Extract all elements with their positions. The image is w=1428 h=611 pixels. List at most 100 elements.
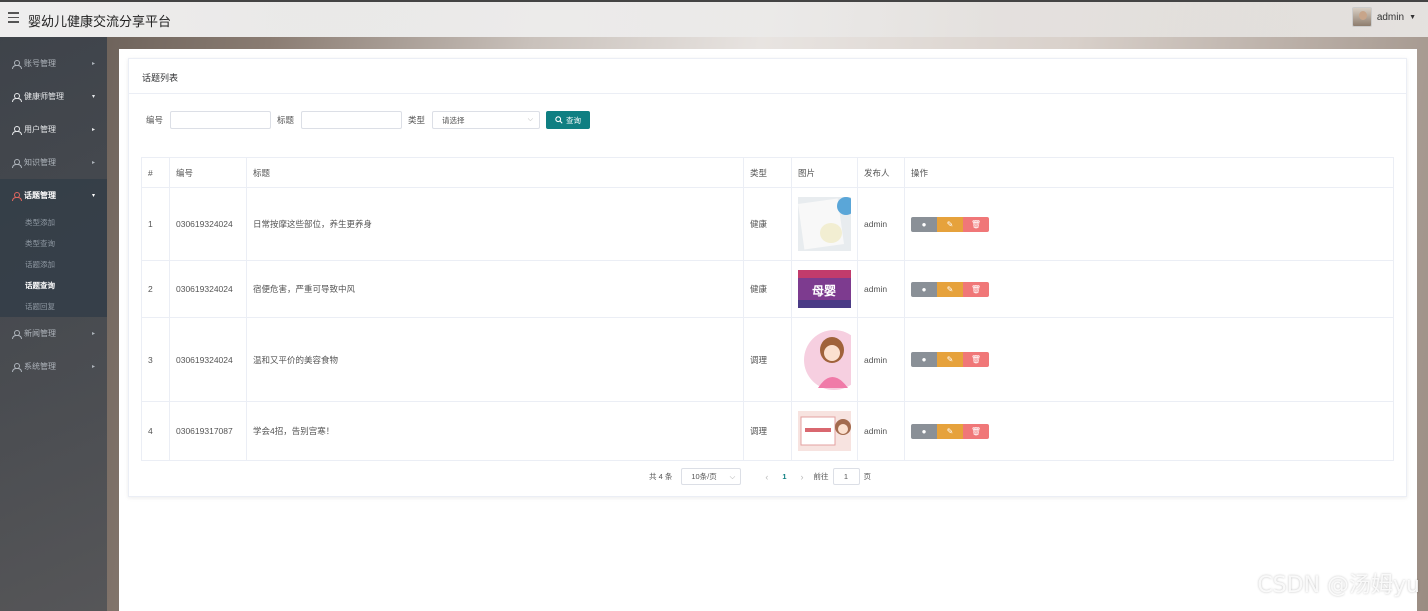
chevron-right-icon: ▸ — [91, 331, 95, 337]
sidebar-subitem-type-query[interactable]: 类型查询 — [0, 233, 107, 254]
top-header: 婴幼儿健康交流分享平台 admin ▼ — [0, 0, 1428, 37]
topic-table: # 编号 标题 类型 图片 发布人 操作 1 030619324024 日常按摩… — [141, 157, 1394, 461]
table-row: 1 030619324024 日常按摩这些部位，养生更养身 健康 admin ● — [141, 187, 1394, 261]
type-select-placeholder: 请选择 — [442, 115, 465, 125]
edit-button[interactable]: ✎ — [937, 423, 963, 439]
total-count: 共 4 条 — [649, 472, 673, 481]
col-image: 图片 — [791, 157, 858, 188]
sidebar: 账号管理 ▸ 健康师管理 ▾ 用户管理 ▸ 知识管理 ▸ 话题管理 ▾ 类型添加… — [0, 37, 107, 611]
edit-button[interactable]: ✎ — [937, 352, 963, 367]
topic-thumbnail[interactable] — [798, 327, 851, 392]
view-button[interactable]: ● — [911, 352, 937, 367]
pencil-icon: ✎ — [946, 284, 954, 294]
table-row: 3 030619324024 温和又平价的美容食物 调理 admin ● ✎ 🗑 — [141, 317, 1394, 402]
type-select[interactable]: 请选择 ⌵ — [432, 111, 541, 129]
edit-button[interactable]: ✎ — [937, 281, 963, 297]
delete-button[interactable]: 🗑 — [963, 423, 989, 439]
sidebar-item-accounts[interactable]: 账号管理 ▸ — [0, 47, 107, 80]
next-page-icon[interactable]: › — [801, 472, 804, 482]
search-button-label: 查询 — [566, 115, 582, 125]
sidebar-item-users[interactable]: 用户管理 ▸ — [0, 113, 107, 146]
info-icon: ● — [921, 219, 927, 229]
user-icon — [12, 59, 22, 69]
topic-thumbnail[interactable] — [798, 197, 851, 251]
sidebar-item-label: 用户管理 — [24, 125, 56, 134]
row-title: 温和又平价的美容食物 — [246, 317, 744, 402]
col-author: 发布人 — [857, 157, 905, 188]
sidebar-subitem-topic-add[interactable]: 话题添加 — [0, 254, 107, 275]
menu-toggle-icon[interactable] — [8, 12, 19, 23]
row-image-cell — [791, 317, 858, 402]
pencil-icon: ✎ — [946, 219, 954, 229]
sidebar-item-label: 健康师管理 — [24, 92, 64, 101]
row-title: 宿便危害，严重可导致中风 — [246, 260, 744, 318]
table-header-row: # 编号 标题 类型 图片 发布人 操作 — [141, 157, 1394, 188]
topic-list-card: 话题列表 编号 标题 类型 请选择 ⌵ 查询 # 编号 标题 类型 图片 发布人… — [128, 58, 1407, 497]
user-icon — [12, 125, 22, 135]
info-icon: ● — [921, 426, 927, 436]
sidebar-item-label: 新闻管理 — [24, 329, 56, 338]
goto-label: 前往 — [813, 472, 829, 481]
topic-thumbnail[interactable]: 母婴 — [798, 270, 851, 308]
col-actions: 操作 — [904, 157, 1394, 188]
id-input[interactable] — [170, 111, 272, 129]
sidebar-item-label: 系统管理 — [24, 362, 56, 371]
page-size-select[interactable]: 10条/页 ⌵ — [681, 468, 742, 485]
chevron-down-icon: ⌵ — [729, 471, 736, 481]
username: admin — [1376, 11, 1405, 23]
view-button[interactable]: ● — [911, 281, 937, 297]
avatar — [1351, 7, 1372, 27]
info-icon: ● — [921, 284, 927, 294]
sidebar-item-health-experts[interactable]: 健康师管理 ▾ — [0, 80, 107, 113]
page-number[interactable]: 1 — [782, 472, 786, 481]
sidebar-item-label: 话题管理 — [24, 191, 56, 200]
chevron-right-icon: ▸ — [91, 127, 95, 133]
row-author: admin — [857, 317, 905, 402]
pencil-icon: ✎ — [946, 426, 954, 436]
user-icon — [12, 158, 22, 168]
chevron-right-icon: ▸ — [91, 160, 95, 166]
sidebar-subitem-topic-query[interactable]: 话题查询 — [0, 275, 107, 296]
user-icon — [12, 191, 22, 201]
topic-thumbnail[interactable] — [798, 411, 851, 451]
row-code: 030619317087 — [169, 401, 247, 461]
row-index: 4 — [141, 401, 170, 461]
sidebar-item-topics[interactable]: 话题管理 ▾ — [0, 179, 107, 212]
chevron-right-icon: ▸ — [91, 61, 95, 67]
page-size-value: 10条/页 — [691, 472, 717, 481]
title-input[interactable] — [301, 111, 403, 129]
sidebar-subitem-topic-reply[interactable]: 话题回复 — [0, 296, 107, 317]
prev-page-icon[interactable]: ‹ — [765, 472, 768, 482]
row-type: 健康 — [743, 260, 792, 318]
delete-button[interactable]: 🗑 — [963, 352, 989, 367]
app-title: 婴幼儿健康交流分享平台 — [28, 14, 172, 29]
sidebar-item-system[interactable]: 系统管理 ▸ — [0, 350, 107, 383]
row-type: 调理 — [743, 401, 792, 461]
delete-button[interactable]: 🗑 — [963, 216, 989, 232]
row-type: 调理 — [743, 317, 792, 402]
filter-bar: 编号 标题 类型 请选择 ⌵ 查询 — [146, 111, 591, 129]
row-image-cell — [791, 187, 858, 261]
sidebar-item-news[interactable]: 新闻管理 ▸ — [0, 317, 107, 350]
view-button[interactable]: ● — [911, 216, 937, 232]
edit-button[interactable]: ✎ — [937, 216, 963, 232]
search-button[interactable]: 查询 — [546, 111, 591, 129]
row-author: admin — [857, 401, 905, 461]
chevron-right-icon: ▸ — [91, 364, 95, 370]
row-code: 030619324024 — [169, 260, 247, 318]
chevron-down-icon: ⌵ — [527, 116, 534, 123]
trash-icon: 🗑 — [970, 219, 982, 229]
type-label: 类型 — [408, 115, 426, 125]
card-title: 话题列表 — [129, 59, 1406, 94]
sidebar-subitem-type-add[interactable]: 类型添加 — [0, 212, 107, 233]
watermark: CSDN @汤姆yu — [1257, 573, 1420, 598]
delete-button[interactable]: 🗑 — [963, 281, 989, 297]
goto-page-input[interactable]: 1 — [832, 468, 860, 485]
sidebar-topic-group: 话题管理 ▾ 类型添加 类型查询 话题添加 话题查询 话题回复 — [0, 179, 107, 317]
sidebar-item-knowledge[interactable]: 知识管理 ▸ — [0, 146, 107, 179]
view-button[interactable]: ● — [911, 423, 937, 439]
user-menu[interactable]: admin ▼ — [1351, 7, 1416, 27]
row-index: 3 — [141, 317, 170, 402]
col-index: # — [141, 157, 170, 188]
user-icon — [12, 92, 22, 102]
